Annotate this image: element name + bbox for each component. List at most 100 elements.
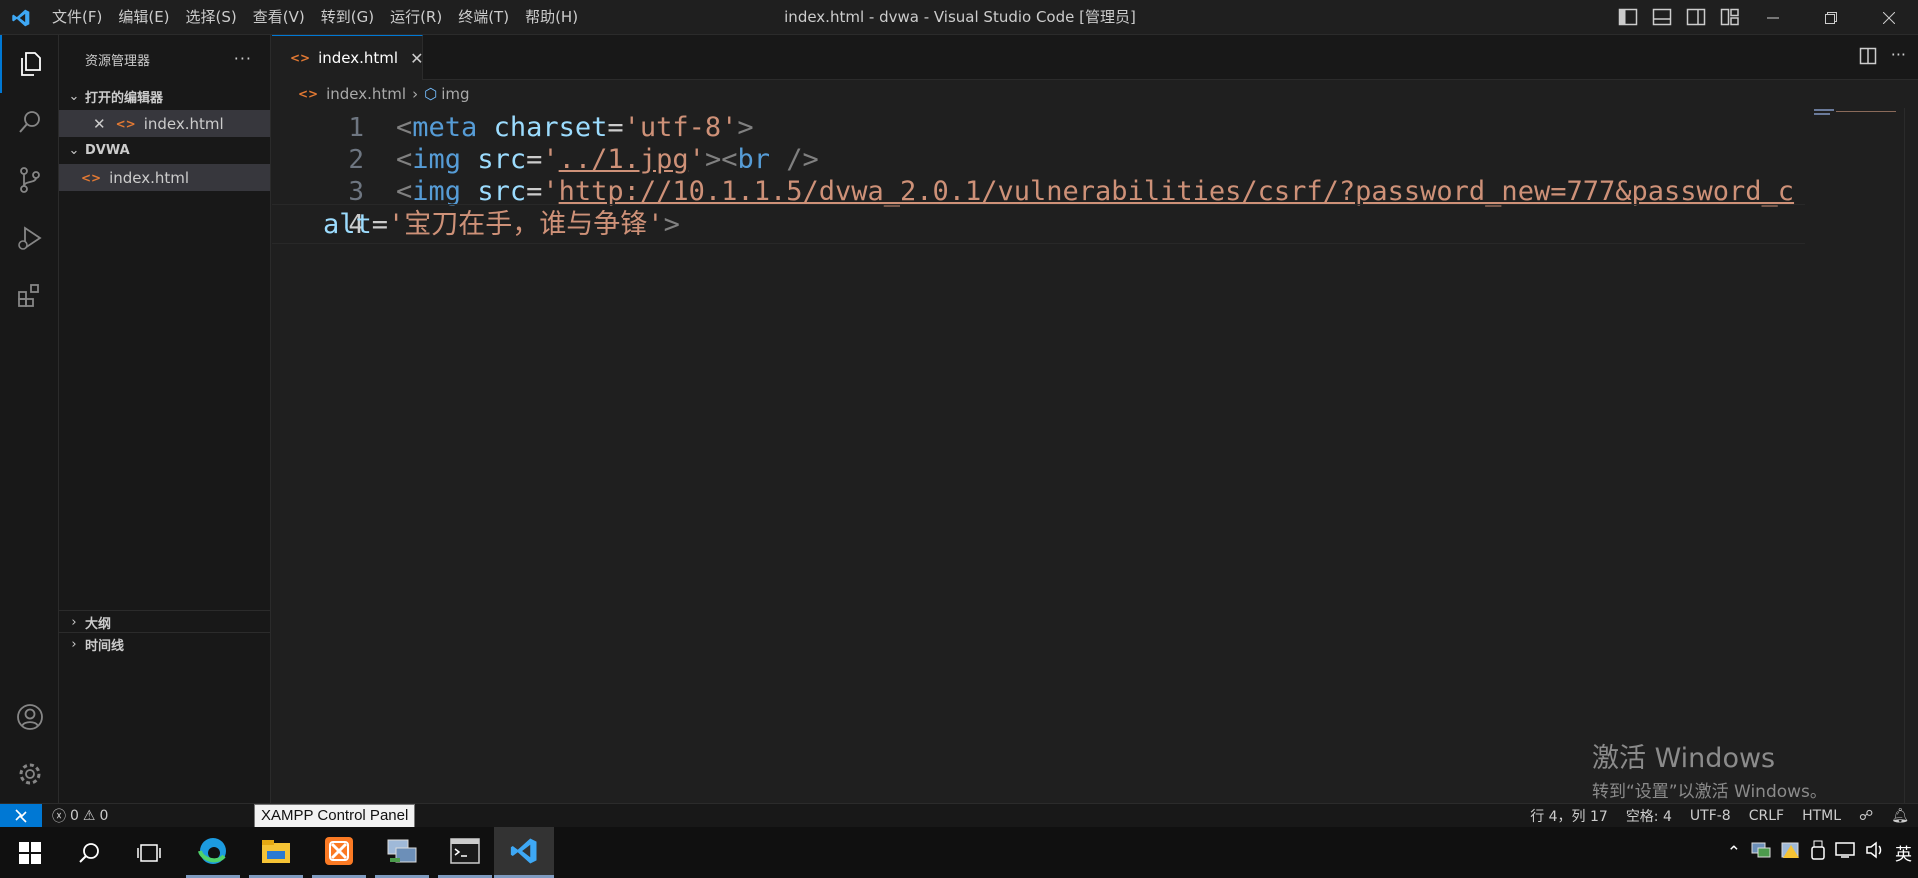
error-icon: ⓧ	[52, 809, 66, 825]
outline-label: 大纲	[85, 616, 112, 632]
taskbar-search-icon[interactable]	[62, 827, 116, 878]
menu-view[interactable]: 查看(V)	[245, 0, 313, 35]
file-tree-filename: index.html	[109, 168, 190, 187]
open-editor-filename: index.html	[143, 114, 224, 133]
menu-run[interactable]: 运行(R)	[382, 0, 450, 35]
path-link[interactable]: ../1.jpg	[559, 144, 689, 175]
vertical-scrollbar[interactable]	[1904, 108, 1918, 803]
system-tray: ⌃ 英	[1727, 827, 1912, 878]
window-controls	[1744, 0, 1918, 35]
current-code-line: 4 alt='宝刀在手，谁与争锋'>	[272, 204, 1805, 244]
more-actions-icon[interactable]: ···	[1891, 47, 1906, 69]
timeline-section[interactable]: › 时间线	[59, 632, 271, 655]
url-link[interactable]: http://10.1.1.5/dvwa_2.0.1/vulnerabiliti…	[559, 176, 1794, 207]
taskbar-tooltip: XAMPP Control Panel	[254, 804, 416, 828]
open-editors-section[interactable]: ⌄ 打开的编辑器	[59, 83, 270, 110]
notifications-bell-icon[interactable]: 🔔︎	[1882, 808, 1918, 824]
menu-edit[interactable]: 编辑(E)	[110, 0, 177, 35]
volume-tray-icon[interactable]	[1865, 841, 1885, 864]
split-editor-icon[interactable]	[1859, 47, 1877, 69]
menu-go[interactable]: 转到(G)	[313, 0, 382, 35]
command-prompt-icon[interactable]	[438, 827, 492, 878]
show-hidden-icons-icon[interactable]: ⌃	[1727, 843, 1741, 863]
explorer-icon[interactable]	[0, 35, 59, 93]
file-explorer-icon[interactable]	[249, 827, 303, 878]
html-file-icon: <>	[115, 116, 136, 131]
input-method-indicator[interactable]: 英	[1895, 840, 1912, 865]
extensions-icon[interactable]	[0, 267, 59, 325]
open-editors-label: 打开的编辑器	[85, 91, 164, 106]
html-file-icon: <>	[290, 51, 311, 65]
menu-selection[interactable]: 选择(S)	[178, 0, 245, 35]
minimap[interactable]	[1814, 108, 1904, 116]
file-tree-item[interactable]: <> index.html	[59, 164, 270, 191]
language-mode[interactable]: HTML	[1793, 808, 1850, 824]
symbol-icon: ⬡	[424, 85, 438, 103]
end-of-line[interactable]: CRLF	[1740, 808, 1793, 824]
vscode-logo-icon	[12, 9, 30, 27]
chevron-right-icon: ›	[71, 636, 77, 652]
toggle-secondary-sidebar-icon[interactable]	[1686, 8, 1706, 26]
toggle-primary-sidebar-icon[interactable]	[1618, 8, 1638, 26]
close-window-button[interactable]	[1860, 0, 1918, 35]
layout-controls	[1618, 8, 1740, 26]
search-icon[interactable]	[0, 93, 59, 151]
remote-indicator-icon[interactable]	[0, 804, 42, 828]
open-editor-item[interactable]: ✕ <> index.html	[59, 110, 270, 137]
warning-icon: ⚠	[82, 808, 96, 824]
menu-help[interactable]: 帮助(H)	[517, 0, 586, 35]
windows-taskbar: ⌃ 英	[0, 827, 1918, 878]
warning-count: 0	[99, 808, 109, 824]
code-editor[interactable]: 1 <meta charset='utf-8'> 2 <img src='../…	[272, 108, 1918, 803]
gear-icon[interactable]	[0, 745, 59, 803]
chevron-right-icon: ›	[412, 85, 419, 103]
outline-section[interactable]: › 大纲	[59, 610, 271, 633]
feedback-icon[interactable]: ☍	[1850, 808, 1882, 824]
source-control-icon[interactable]	[0, 151, 59, 209]
security-tray-icon[interactable]	[1781, 841, 1801, 864]
tab-label: index.html	[318, 49, 399, 67]
minimize-button[interactable]	[1744, 0, 1802, 35]
chevron-right-icon: ›	[71, 614, 77, 630]
status-bar-right: 行 4，列 17 空格: 4 UTF-8 CRLF HTML ☍ 🔔︎	[1521, 804, 1918, 828]
explorer-sidebar: 资源管理器 ··· ⌄ 打开的编辑器 ✕ <> index.html ⌄ DVW…	[59, 35, 271, 803]
network-tool-icon[interactable]	[375, 827, 429, 878]
menu-bar: 文件(F) 编辑(E) 选择(S) 查看(V) 转到(G) 运行(R) 终端(T…	[44, 0, 586, 35]
task-view-icon[interactable]	[122, 827, 176, 878]
menu-terminal[interactable]: 终端(T)	[450, 0, 517, 35]
chevron-down-icon: ⌄	[68, 143, 80, 158]
html-file-icon: <>	[81, 170, 102, 185]
accounts-icon[interactable]	[0, 688, 59, 746]
problems-indicator[interactable]: ⓧ 0 ⚠ 0	[52, 804, 108, 828]
more-actions-icon[interactable]: ···	[234, 49, 252, 68]
customize-layout-icon[interactable]	[1720, 8, 1740, 26]
network-tray-icon[interactable]	[1751, 841, 1771, 864]
close-icon[interactable]: ✕	[93, 115, 106, 133]
encoding[interactable]: UTF-8	[1681, 808, 1740, 824]
cursor-position[interactable]: 行 4，列 17	[1521, 806, 1617, 826]
folder-section[interactable]: ⌄ DVWA	[59, 137, 270, 164]
editor-actions: ···	[1859, 47, 1906, 69]
vscode-taskbar-icon[interactable]	[494, 827, 554, 878]
edge-browser-icon[interactable]	[186, 827, 240, 878]
error-count: 0	[70, 808, 79, 824]
usb-tray-icon[interactable]	[1811, 840, 1825, 865]
tab-index-html[interactable]: <> index.html ✕	[272, 35, 424, 80]
chevron-down-icon: ⌄	[68, 89, 80, 104]
restore-button[interactable]	[1802, 0, 1860, 35]
watermark-title: 激活 Windows	[1592, 743, 1776, 774]
xampp-icon[interactable]	[312, 827, 366, 878]
run-and-debug-icon[interactable]	[0, 209, 59, 267]
windows-activation-watermark: 激活 Windows 转到“设置”以激活 Windows。	[1592, 736, 1827, 802]
breadcrumb-file[interactable]: index.html	[326, 85, 406, 103]
window-title: index.html - dvwa - Visual Studio Code […	[784, 8, 1136, 26]
title-bar: 文件(F) 编辑(E) 选择(S) 查看(V) 转到(G) 运行(R) 终端(T…	[0, 0, 1918, 35]
breadcrumb-symbol[interactable]: img	[441, 85, 469, 103]
indentation[interactable]: 空格: 4	[1617, 806, 1681, 826]
watermark-subtitle: 转到“设置”以激活 Windows。	[1592, 782, 1827, 802]
display-tray-icon[interactable]	[1835, 841, 1855, 864]
start-button[interactable]	[3, 827, 57, 878]
menu-file[interactable]: 文件(F)	[44, 0, 110, 35]
toggle-panel-icon[interactable]	[1652, 8, 1672, 26]
close-icon[interactable]: ✕	[410, 49, 423, 68]
